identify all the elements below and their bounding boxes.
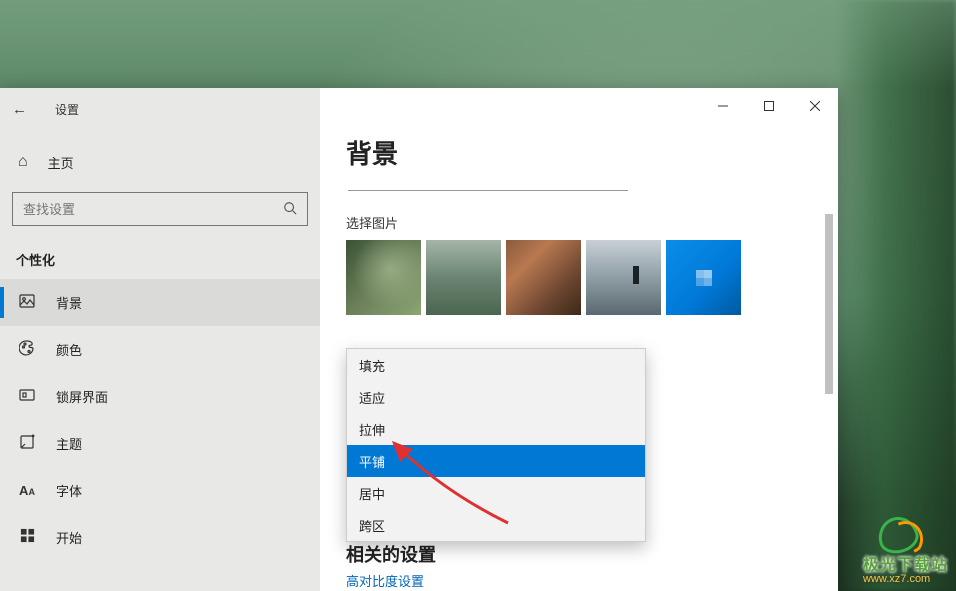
sidebar-body: ⌂ 主页 个性化 背景 颜色 bbox=[0, 130, 320, 561]
titlebar-right bbox=[320, 88, 838, 124]
nav-item-background[interactable]: 背景 bbox=[0, 279, 320, 326]
search-box[interactable] bbox=[12, 192, 308, 226]
window-controls bbox=[700, 91, 838, 121]
start-icon bbox=[18, 528, 36, 547]
nav-item-start[interactable]: 开始 bbox=[0, 514, 320, 561]
thumbnail-5[interactable] bbox=[666, 240, 741, 315]
dropdown-option-stretch[interactable]: 拉伸 bbox=[347, 413, 645, 445]
preview-divider bbox=[348, 181, 628, 191]
back-button[interactable]: ← bbox=[12, 101, 27, 118]
dropdown-option-tile[interactable]: 平铺 bbox=[347, 445, 645, 477]
sidebar: ← 设置 ⌂ 主页 个性化 背景 bbox=[0, 88, 320, 591]
nav-label: 颜色 bbox=[56, 340, 82, 359]
maximize-button[interactable] bbox=[746, 91, 792, 121]
nav-item-lockscreen[interactable]: 锁屏界面 bbox=[0, 373, 320, 420]
nav-label: 锁屏界面 bbox=[56, 387, 108, 406]
dropdown-option-fit[interactable]: 适应 bbox=[347, 381, 645, 413]
close-button[interactable] bbox=[792, 91, 838, 121]
pick-image-label: 选择图片 bbox=[346, 213, 812, 232]
theme-icon bbox=[18, 434, 36, 454]
nav-label: 开始 bbox=[56, 528, 82, 547]
home-icon: ⌂ bbox=[18, 153, 28, 171]
related-heading: 相关的设置 bbox=[346, 541, 436, 567]
thumbnail-1[interactable] bbox=[346, 240, 421, 315]
scrollbar[interactable] bbox=[822, 124, 836, 591]
nav-item-themes[interactable]: 主题 bbox=[0, 420, 320, 467]
minimize-button[interactable] bbox=[700, 91, 746, 121]
nav-label: 字体 bbox=[56, 481, 82, 500]
search-icon bbox=[283, 201, 297, 218]
thumbnail-4[interactable] bbox=[586, 240, 661, 315]
titlebar-left: ← 设置 bbox=[0, 88, 320, 130]
fit-dropdown[interactable]: 填充 适应 拉伸 平铺 居中 跨区 bbox=[346, 348, 646, 542]
content: 背景 选择图片 bbox=[320, 124, 838, 315]
font-icon: AA bbox=[18, 483, 36, 498]
thumbnail-row bbox=[346, 240, 812, 315]
palette-icon bbox=[18, 340, 36, 360]
home-label: 主页 bbox=[48, 153, 74, 172]
nav-label: 主题 bbox=[56, 434, 82, 453]
search-input[interactable] bbox=[23, 202, 283, 217]
high-contrast-link[interactable]: 高对比度设置 bbox=[346, 571, 424, 590]
nav-item-colors[interactable]: 颜色 bbox=[0, 326, 320, 373]
thumbnail-3[interactable] bbox=[506, 240, 581, 315]
dropdown-option-span[interactable]: 跨区 bbox=[347, 509, 645, 541]
nav-item-fonts[interactable]: AA 字体 bbox=[0, 467, 320, 514]
picture-icon bbox=[18, 293, 36, 313]
dropdown-option-fill[interactable]: 填充 bbox=[347, 349, 645, 381]
page-title: 背景 bbox=[346, 134, 812, 171]
dropdown-option-center[interactable]: 居中 bbox=[347, 477, 645, 509]
thumbnail-2[interactable] bbox=[426, 240, 501, 315]
category-header: 个性化 bbox=[0, 242, 320, 279]
scroll-thumb[interactable] bbox=[825, 214, 833, 394]
home-row[interactable]: ⌂ 主页 bbox=[0, 138, 320, 186]
lockscreen-icon bbox=[18, 387, 36, 407]
nav-label: 背景 bbox=[56, 293, 82, 312]
window-title: 设置 bbox=[55, 101, 79, 118]
